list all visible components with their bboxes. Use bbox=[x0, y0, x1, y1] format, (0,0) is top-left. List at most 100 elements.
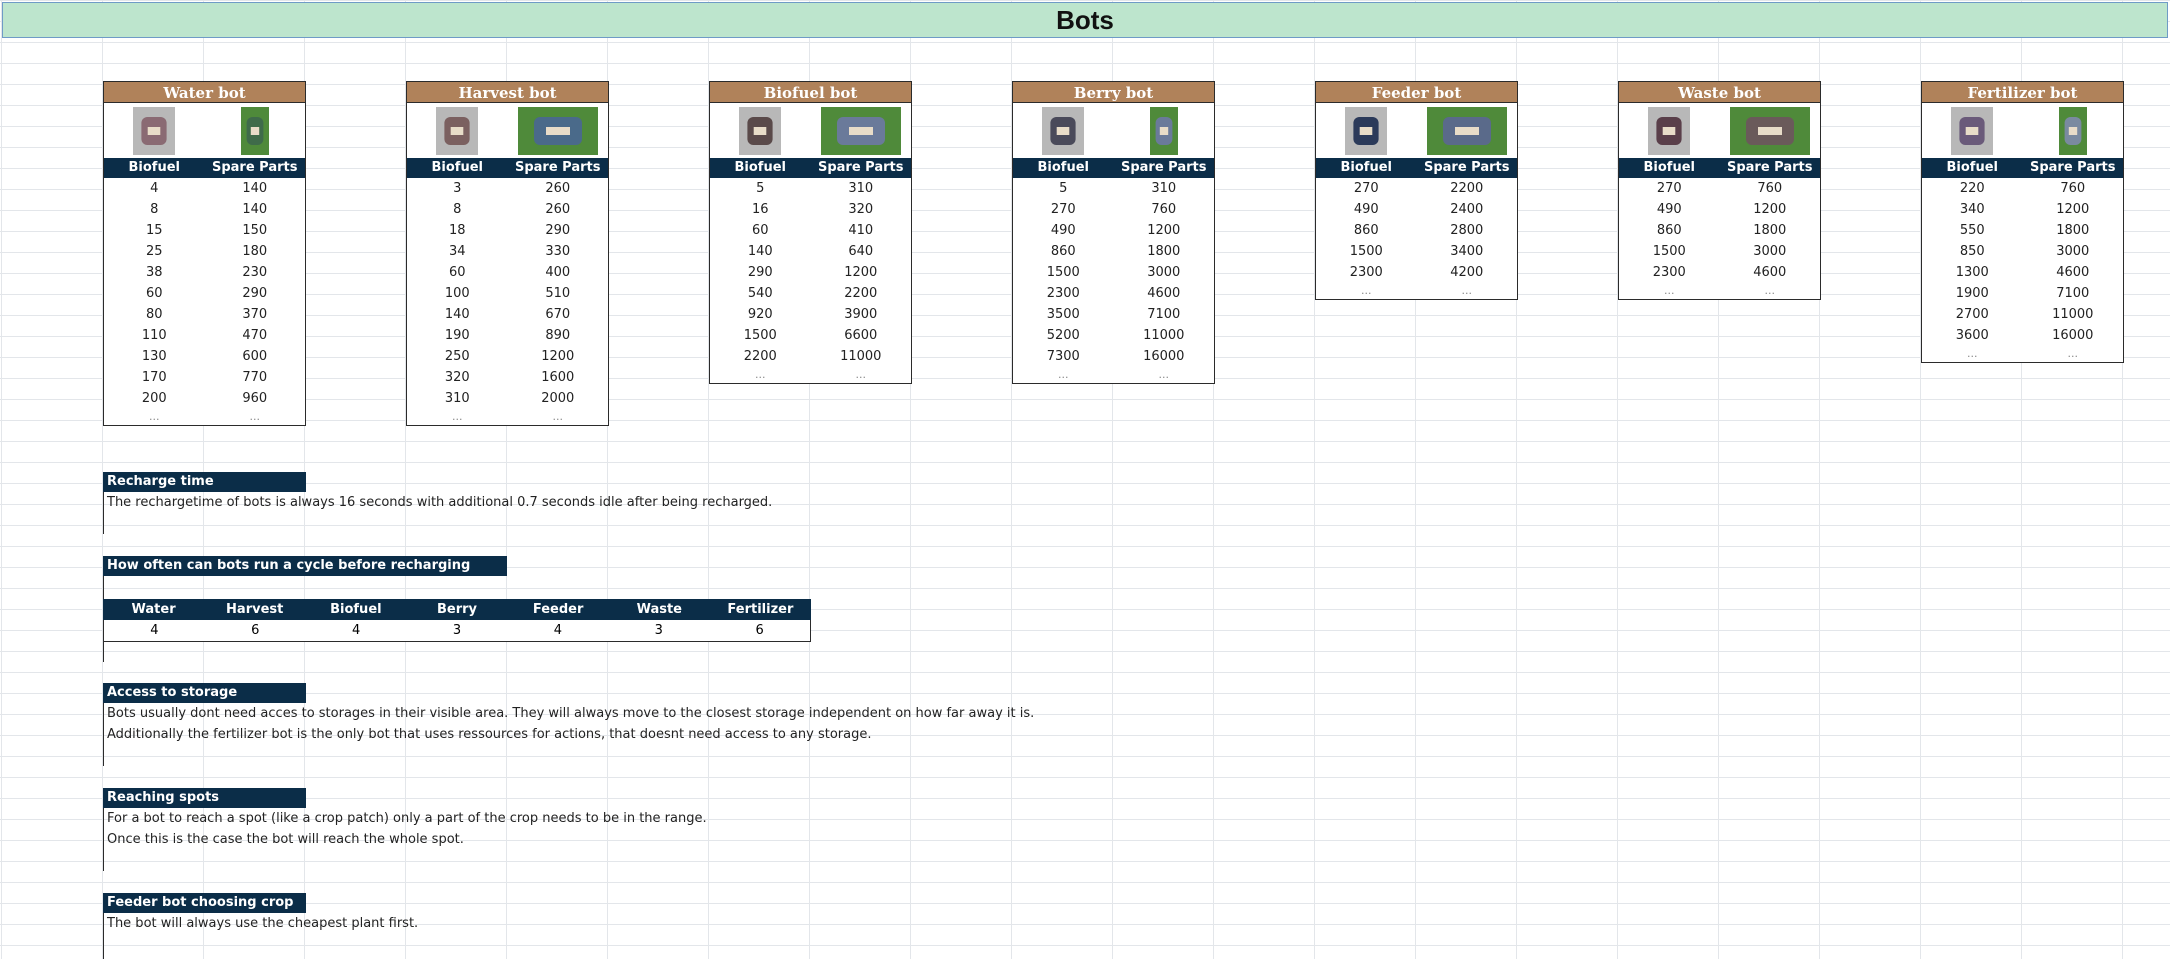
biofuel-cell: 920 bbox=[747, 307, 773, 322]
table-row: 34 330 bbox=[407, 241, 608, 262]
spare-parts-cell: 4600 bbox=[2056, 265, 2090, 280]
cycles-heading-section: How often can bots run a cycle before re… bbox=[103, 556, 507, 576]
table-row-continuation: ... ... bbox=[407, 409, 608, 425]
recharge-text: The rechargetime of bots is always 16 se… bbox=[103, 492, 1003, 534]
spare-parts-header: Spare Parts bbox=[1726, 160, 1813, 175]
biofuel-cell: 16 bbox=[751, 202, 769, 217]
cycles-value-row: 4 6 4 3 4 3 6 bbox=[103, 620, 811, 642]
feeder-line: The bot will always use the cheapest pla… bbox=[107, 916, 419, 931]
spare-parts-cell: 960 bbox=[242, 391, 268, 406]
spare-parts-cell: 16000 bbox=[1143, 349, 1185, 364]
table-row: 250 1200 bbox=[407, 346, 608, 367]
feeder-text: The bot will always use the cheapest pla… bbox=[103, 913, 1003, 959]
table-row: 1300 4600 bbox=[1922, 262, 2123, 283]
cycles-header-cell: Feeder bbox=[532, 602, 584, 617]
biofuel-header: Biofuel bbox=[1643, 160, 1695, 175]
spare-parts-cell: 760 bbox=[1757, 181, 1783, 196]
spare-parts-header: Spare Parts bbox=[1120, 160, 1207, 175]
spots-line-2: Once this is the case the bot will reach… bbox=[107, 832, 464, 847]
spare-parts-cell: 760 bbox=[1151, 202, 1177, 217]
table-row: 5200 11000 bbox=[1013, 325, 1214, 346]
table-row: 540 2200 bbox=[710, 283, 911, 304]
spare-parts-cell: 2000 bbox=[541, 391, 575, 406]
table-row: 340 1200 bbox=[1922, 199, 2123, 220]
table-row: 60 400 bbox=[407, 262, 608, 283]
table-row: 60 410 bbox=[710, 220, 911, 241]
biofuel-cell: 3 bbox=[453, 181, 462, 196]
ellipsis-cell: ... bbox=[1764, 284, 1776, 297]
spare-parts-cell: 1200 bbox=[1753, 202, 1787, 217]
spare-parts-cell: 1600 bbox=[541, 370, 575, 385]
biofuel-bot-spare-parts-sprite bbox=[811, 103, 912, 158]
cycles-value-cell: 4 bbox=[150, 623, 159, 638]
table-row: 130 600 bbox=[104, 346, 305, 367]
table-row: 16 320 bbox=[710, 199, 911, 220]
biofuel-cell: 490 bbox=[1656, 202, 1682, 217]
water-bot-spare-parts-sprite bbox=[205, 103, 306, 158]
table-row: 140 670 bbox=[407, 304, 608, 325]
biofuel-cell: 110 bbox=[141, 328, 167, 343]
table-row: 2300 4600 bbox=[1013, 283, 1214, 304]
spare-parts-cell: 3000 bbox=[1147, 265, 1181, 280]
waste-bot-sprite bbox=[1619, 103, 1720, 158]
spare-parts-cell: 1800 bbox=[1147, 244, 1181, 259]
biofuel-cell: 320 bbox=[444, 370, 470, 385]
table-row: 270 760 bbox=[1619, 178, 1820, 199]
feeder-bot-spare-parts-sprite bbox=[1417, 103, 1518, 158]
spare-parts-cell: 290 bbox=[242, 286, 268, 301]
spare-parts-cell: 260 bbox=[545, 202, 571, 217]
table-row: 2300 4200 bbox=[1316, 262, 1517, 283]
biofuel-cell: 38 bbox=[145, 265, 163, 280]
biofuel-cell: 850 bbox=[1959, 244, 1985, 259]
table-row: 270 2200 bbox=[1316, 178, 1517, 199]
spare-parts-cell: 11000 bbox=[2052, 307, 2094, 322]
spare-parts-cell: 1200 bbox=[2056, 202, 2090, 217]
spare-parts-cell: 310 bbox=[1151, 181, 1177, 196]
ellipsis-cell: ... bbox=[755, 368, 766, 381]
recharge-heading: Recharge time bbox=[103, 472, 306, 492]
biofuel-cell: 2300 bbox=[1349, 265, 1383, 280]
biofuel-header: Biofuel bbox=[1037, 160, 1089, 175]
biofuel-cell: 490 bbox=[1050, 223, 1076, 238]
spare-parts-cell: 3400 bbox=[1450, 244, 1484, 259]
biofuel-cell: 170 bbox=[141, 370, 167, 385]
spare-parts-cell: 1200 bbox=[1147, 223, 1181, 238]
water-bot-sprite bbox=[104, 103, 205, 158]
bot-images bbox=[1012, 103, 1215, 158]
table-row: 1500 3000 bbox=[1013, 262, 1214, 283]
biofuel-cell: 140 bbox=[444, 307, 470, 322]
table-row: 8 260 bbox=[407, 199, 608, 220]
cycles-value-cell: 6 bbox=[755, 623, 764, 638]
spare-parts-cell: 230 bbox=[242, 265, 268, 280]
table-row: 15 150 bbox=[104, 220, 305, 241]
biofuel-cell: 290 bbox=[747, 265, 773, 280]
table-row: 1900 7100 bbox=[1922, 283, 2123, 304]
bot-title: Fertilizer bot bbox=[1921, 81, 2124, 103]
biofuel-cell: 100 bbox=[444, 286, 470, 301]
biofuel-cell: 310 bbox=[444, 391, 470, 406]
ellipsis-cell: ... bbox=[2067, 347, 2079, 360]
biofuel-cell: 25 bbox=[145, 244, 163, 259]
cycles-trail bbox=[103, 641, 105, 662]
spare-parts-cell: 11000 bbox=[1143, 328, 1185, 343]
cycles-value-cell: 4 bbox=[553, 623, 562, 638]
cycles-header-cell: Harvest bbox=[226, 602, 284, 617]
bot-table-2: Harvest bot Biofuel Spare Parts 3 260 8 … bbox=[406, 81, 609, 426]
spare-parts-cell: 16000 bbox=[2052, 328, 2094, 343]
bot-images bbox=[1315, 103, 1518, 158]
table-row: 490 2400 bbox=[1316, 199, 1517, 220]
biofuel-cell: 490 bbox=[1353, 202, 1379, 217]
storage-section: Access to storage Bots usually dont need… bbox=[103, 683, 1203, 766]
bot-table-1: Water bot Biofuel Spare Parts 4 140 8 14… bbox=[103, 81, 306, 426]
table-row: 170 770 bbox=[104, 367, 305, 388]
spare-parts-cell: 370 bbox=[242, 307, 268, 322]
harvest-bot-sprite bbox=[407, 103, 508, 158]
table-row: 110 470 bbox=[104, 325, 305, 346]
spare-parts-cell: 2400 bbox=[1450, 202, 1484, 217]
storage-heading: Access to storage bbox=[103, 683, 306, 703]
ellipsis-cell: ... bbox=[855, 368, 867, 381]
bot-images bbox=[709, 103, 912, 158]
biofuel-cell: 550 bbox=[1959, 223, 1985, 238]
spare-parts-cell: 7100 bbox=[2056, 286, 2090, 301]
table-row: 3600 16000 bbox=[1922, 325, 2123, 346]
